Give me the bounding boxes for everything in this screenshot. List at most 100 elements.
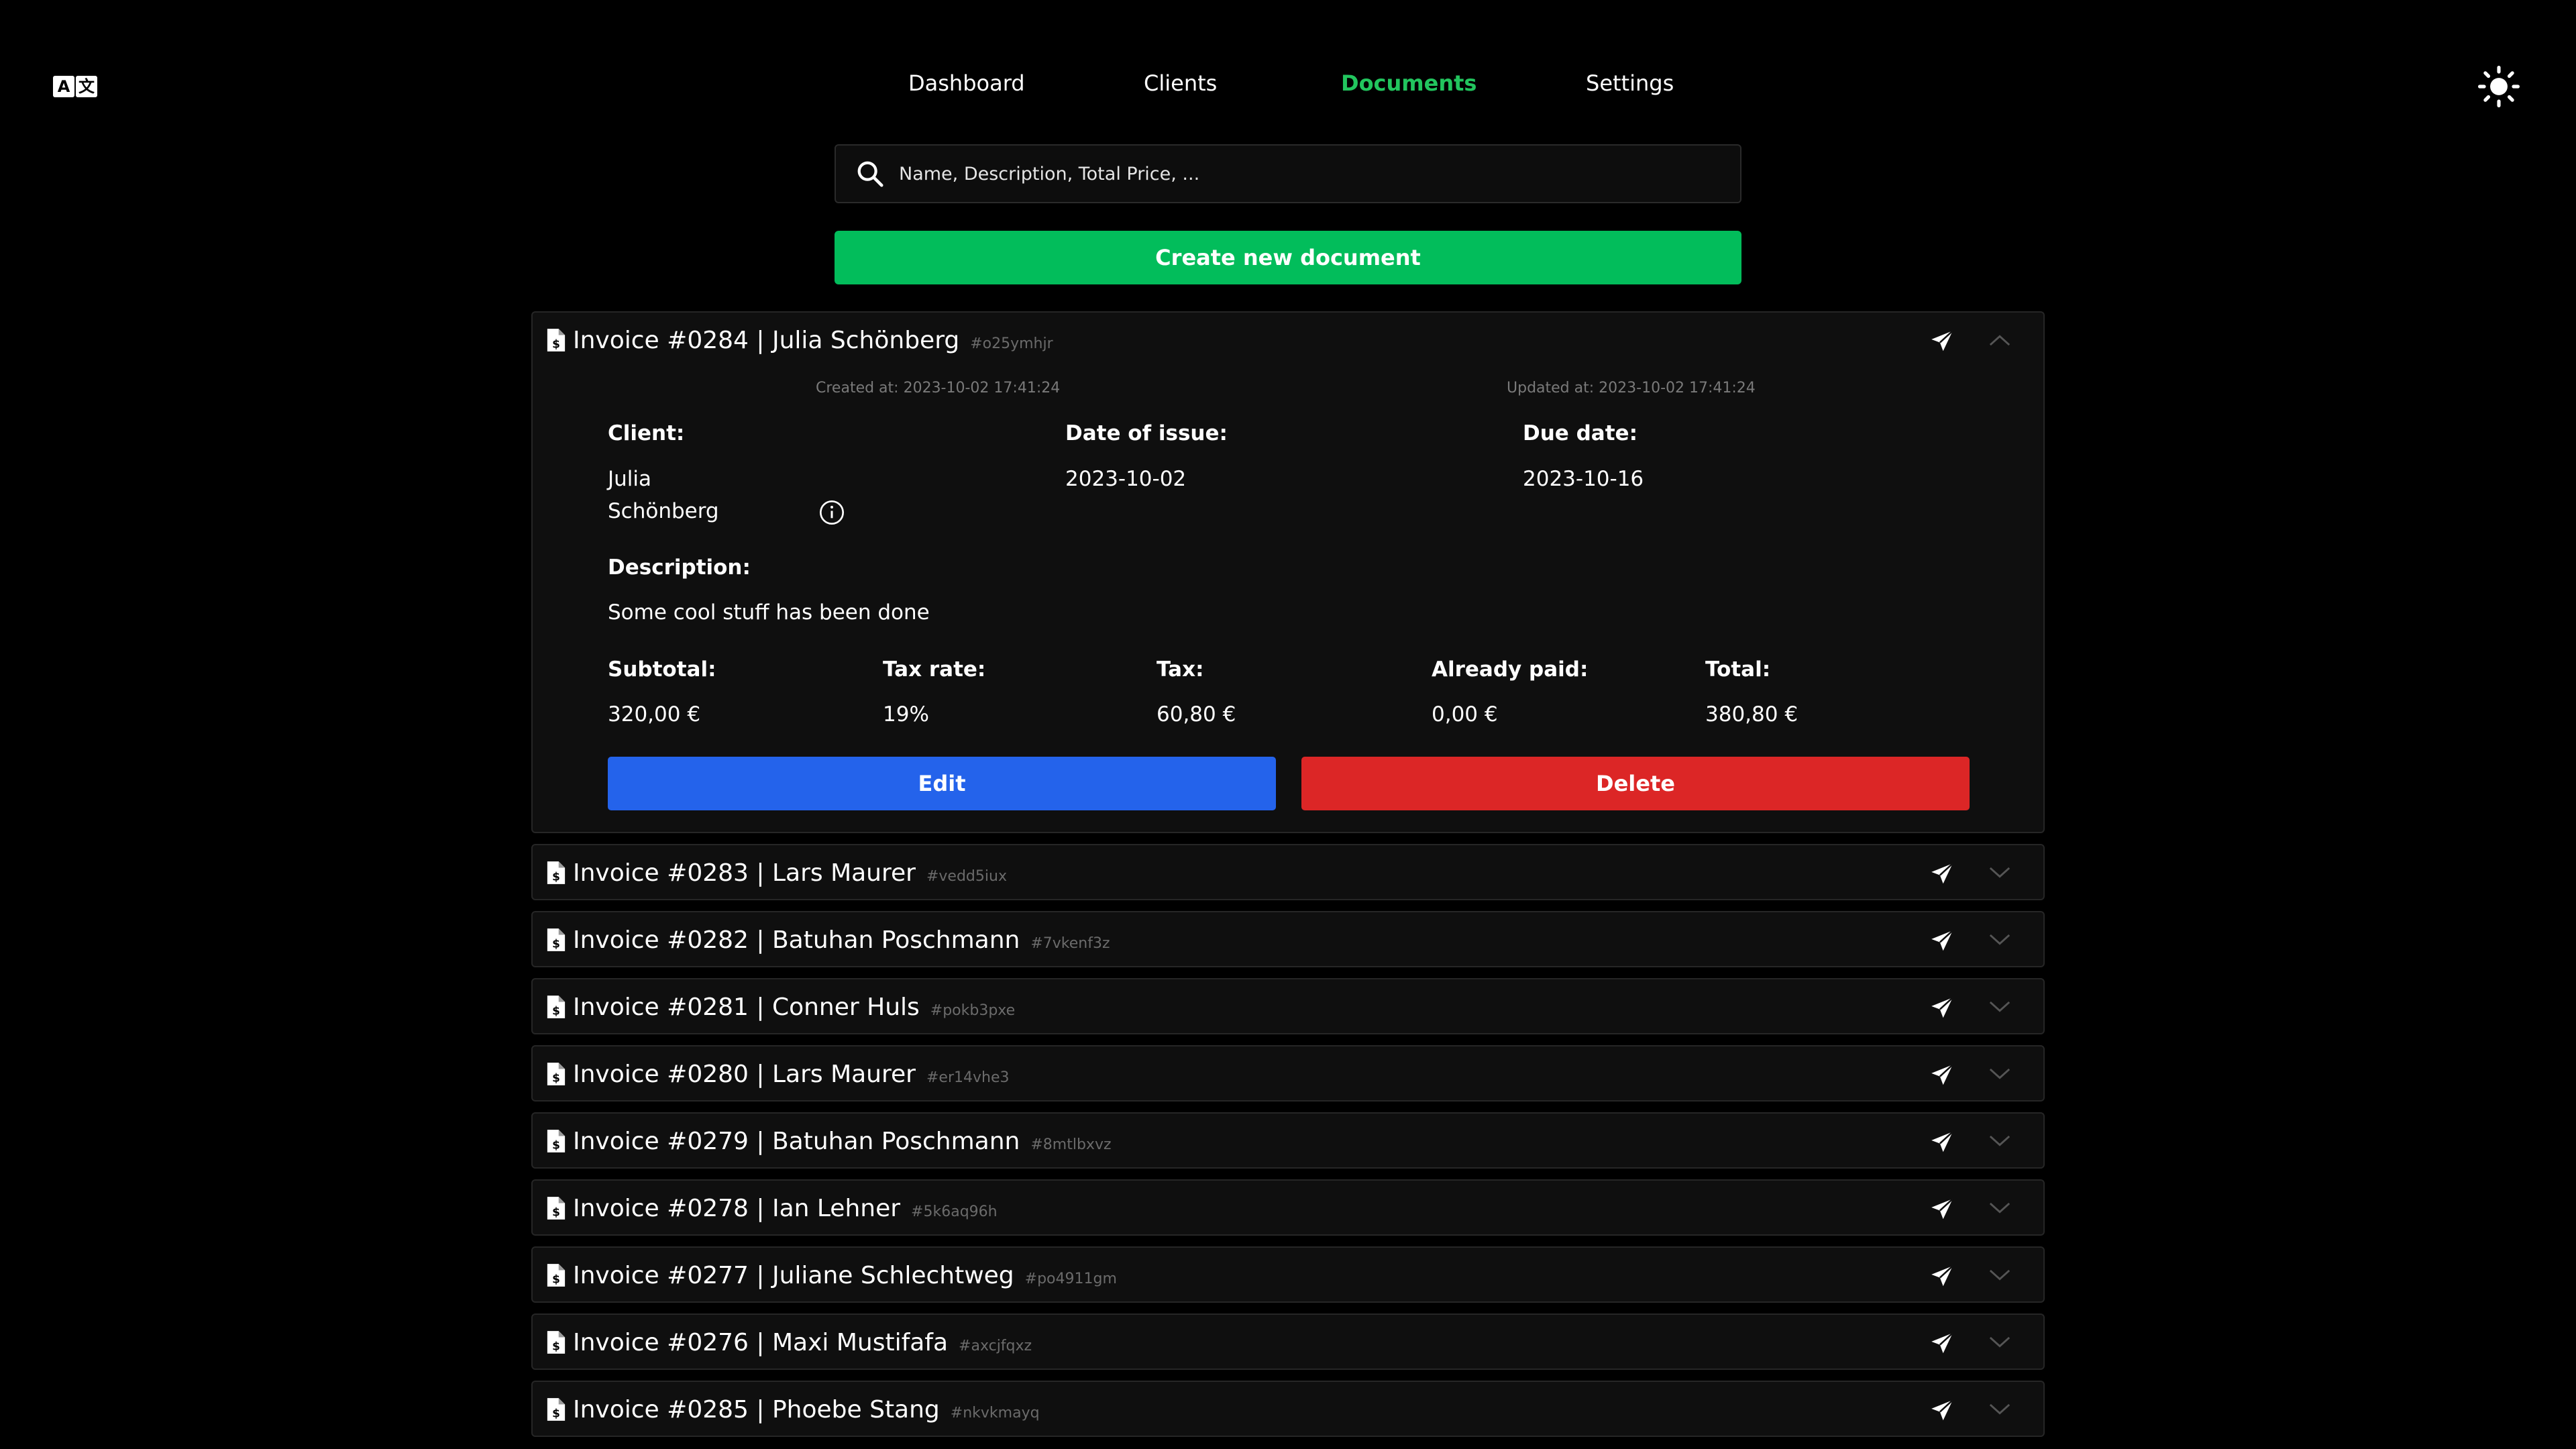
nav-clients[interactable]: Clients — [1144, 70, 1217, 96]
chevron-down-icon[interactable] — [1988, 931, 2011, 949]
chevron-down-icon[interactable] — [1988, 1199, 2011, 1217]
document-id: #er14vhe3 — [926, 1069, 1010, 1086]
create-document-button[interactable]: Create new document — [835, 231, 1741, 284]
document-id: #7vkenf3z — [1030, 935, 1110, 952]
chevron-down-icon[interactable] — [1988, 1334, 2011, 1351]
svg-text:$: $ — [552, 1205, 560, 1218]
tax-value: 60,80 € — [1157, 702, 1236, 727]
invoice-icon: $ — [547, 996, 566, 1018]
document-title: Invoice #0283 | Lars Maurer — [573, 859, 916, 887]
chevron-down-icon[interactable] — [1988, 1132, 2011, 1150]
send-icon[interactable] — [1929, 1197, 1955, 1222]
chevron-down-icon[interactable] — [1988, 1267, 2011, 1284]
due-date-label: Due date: — [1523, 421, 1638, 445]
send-icon[interactable] — [1929, 1331, 1955, 1356]
svg-text:$: $ — [552, 1138, 560, 1151]
document-title: Invoice #0277 | Juliane Schlechtweg — [573, 1262, 1014, 1289]
document-title-row: Invoice #0285 | Phoebe Stang #nkvkmayq — [573, 1396, 1040, 1424]
document-header[interactable]: $ Invoice #0277 | Juliane Schlechtweg #p… — [533, 1248, 2043, 1303]
document-row[interactable]: $ Invoice #0278 | Ian Lehner #5k6aq96h — [531, 1179, 2045, 1236]
document-row[interactable]: $ Invoice #0285 | Phoebe Stang #nkvkmayq — [531, 1381, 2045, 1437]
document-header[interactable]: $ Invoice #0282 | Batuhan Poschmann #7vk… — [533, 912, 2043, 967]
description-value: Some cool stuff has been done — [608, 600, 930, 625]
send-icon[interactable] — [1929, 928, 1955, 954]
document-header[interactable]: $ Invoice #0280 | Lars Maurer #er14vhe3 — [533, 1046, 2043, 1102]
document-title-row: Invoice #0276 | Maxi Mustifafa #axcjfqxz — [573, 1329, 1032, 1356]
document-id: #axcjfqxz — [959, 1338, 1032, 1354]
document-row[interactable]: $ Invoice #0277 | Juliane Schlechtweg #p… — [531, 1246, 2045, 1303]
document-header[interactable]: $ Invoice #0276 | Maxi Mustifafa #axcjfq… — [533, 1315, 2043, 1370]
document-row[interactable]: $ Invoice #0281 | Conner Huls #pokb3pxe — [531, 978, 2045, 1034]
document-row[interactable]: $ Invoice #0279 | Batuhan Poschmann #8mt… — [531, 1112, 2045, 1169]
search-input[interactable] — [899, 163, 1740, 184]
send-icon[interactable] — [1929, 1264, 1955, 1289]
issue-date-value: 2023-10-02 — [1065, 467, 1187, 491]
nav-dashboard[interactable]: Dashboard — [908, 70, 1025, 96]
due-date-value: 2023-10-16 — [1523, 467, 1644, 491]
invoice-icon: $ — [547, 861, 566, 884]
document-title: Invoice #0284 | Julia Schönberg — [573, 327, 960, 354]
document-header[interactable]: $ Invoice #0278 | Ian Lehner #5k6aq96h — [533, 1181, 2043, 1236]
nav-settings[interactable]: Settings — [1586, 70, 1674, 96]
client-first-name: Julia — [608, 467, 652, 491]
document-header[interactable]: $ Invoice #0285 | Phoebe Stang #nkvkmayq — [533, 1382, 2043, 1437]
search-bar — [835, 144, 1741, 203]
document-expanded: $ Invoice #0284 | Julia Schönberg #o25ym… — [531, 311, 2045, 833]
invoice-icon: $ — [547, 1063, 566, 1085]
document-header[interactable]: $ Invoice #0284 | Julia Schönberg #o25ym… — [533, 313, 2043, 368]
tax-rate-label: Tax rate: — [883, 657, 986, 682]
send-icon[interactable] — [1929, 329, 1955, 354]
chevron-down-icon[interactable] — [1988, 864, 2011, 881]
send-icon[interactable] — [1929, 1398, 1955, 1424]
document-row[interactable]: $ Invoice #0282 | Batuhan Poschmann #7vk… — [531, 911, 2045, 967]
document-title-row: Invoice #0282 | Batuhan Poschmann #7vken… — [573, 926, 1110, 954]
document-header[interactable]: $ Invoice #0283 | Lars Maurer #vedd5iux — [533, 845, 2043, 900]
svg-text:$: $ — [552, 1339, 560, 1352]
document-id: #o25ymhjr — [970, 335, 1053, 352]
send-icon[interactable] — [1929, 861, 1955, 887]
document-title-row: Invoice #0281 | Conner Huls #pokb3pxe — [573, 994, 1015, 1021]
total-label: Total: — [1705, 657, 1771, 682]
document-row[interactable]: $ Invoice #0276 | Maxi Mustifafa #axcjfq… — [531, 1313, 2045, 1370]
svg-text:$: $ — [552, 869, 560, 883]
already-paid-value: 0,00 € — [1432, 702, 1498, 727]
document-title-row: Invoice #0279 | Batuhan Poschmann #8mtlb… — [573, 1128, 1112, 1155]
subtotal-value: 320,00 € — [608, 702, 701, 727]
document-row[interactable]: $ Invoice #0283 | Lars Maurer #vedd5iux — [531, 844, 2045, 900]
issue-date-label: Date of issue: — [1065, 421, 1228, 445]
info-icon[interactable] — [818, 499, 845, 526]
send-icon[interactable] — [1929, 1063, 1955, 1088]
svg-text:$: $ — [552, 1004, 560, 1017]
document-id: #po4911gm — [1024, 1271, 1117, 1287]
chevron-up-icon[interactable] — [1988, 331, 2011, 349]
chevron-down-icon[interactable] — [1988, 1401, 2011, 1418]
edit-button[interactable]: Edit — [608, 757, 1276, 810]
delete-button[interactable]: Delete — [1301, 757, 1970, 810]
invoice-icon: $ — [547, 329, 566, 352]
invoice-icon: $ — [547, 1197, 566, 1220]
nav-documents[interactable]: Documents — [1341, 70, 1477, 96]
svg-text:$: $ — [552, 936, 560, 950]
send-icon[interactable] — [1929, 1130, 1955, 1155]
main-nav: Dashboard Clients Documents Settings — [0, 70, 2576, 100]
chevron-down-icon[interactable] — [1988, 1065, 2011, 1083]
invoice-icon: $ — [547, 1331, 566, 1354]
document-title: Invoice #0280 | Lars Maurer — [573, 1061, 916, 1088]
description-label: Description: — [608, 555, 751, 580]
document-header[interactable]: $ Invoice #0279 | Batuhan Poschmann #8mt… — [533, 1114, 2043, 1169]
subtotal-label: Subtotal: — [608, 657, 716, 682]
document-title: Invoice #0282 | Batuhan Poschmann — [573, 926, 1020, 954]
updated-at: Updated at: 2023-10-02 17:41:24 — [1507, 380, 1756, 396]
document-header[interactable]: $ Invoice #0281 | Conner Huls #pokb3pxe — [533, 979, 2043, 1034]
sun-icon[interactable] — [2478, 66, 2520, 107]
created-at: Created at: 2023-10-02 17:41:24 — [816, 380, 1061, 396]
svg-text:$: $ — [552, 1406, 560, 1419]
document-id: #8mtlbxvz — [1030, 1136, 1112, 1153]
document-id: #pokb3pxe — [930, 1002, 1016, 1019]
chevron-down-icon[interactable] — [1988, 998, 2011, 1016]
document-id: #nkvkmayq — [950, 1405, 1040, 1421]
send-icon[interactable] — [1929, 996, 1955, 1021]
invoice-icon: $ — [547, 1398, 566, 1421]
document-title: Invoice #0278 | Ian Lehner — [573, 1195, 901, 1222]
document-row[interactable]: $ Invoice #0280 | Lars Maurer #er14vhe3 — [531, 1045, 2045, 1102]
